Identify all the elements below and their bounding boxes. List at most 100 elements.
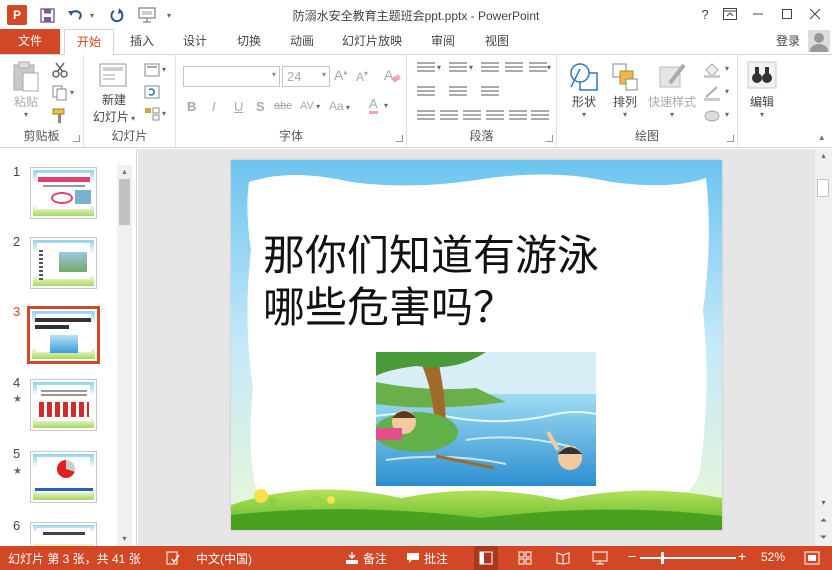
section-dropdown-icon[interactable]: ▾ xyxy=(162,109,166,118)
shape-outline-icon[interactable] xyxy=(703,85,720,101)
editing-button[interactable]: 编辑 ▾ xyxy=(744,61,780,119)
slide-title[interactable]: 那你们知道有游泳 哪些危害吗？ xyxy=(263,230,683,334)
align-left-icon[interactable] xyxy=(417,110,435,122)
numbering-dropdown-icon[interactable]: ▾ xyxy=(469,63,473,72)
strikethrough-button[interactable]: abc xyxy=(274,100,292,112)
slideshow-icon[interactable] xyxy=(592,551,608,568)
quick-styles-button[interactable]: 快速样式 ▾ xyxy=(645,61,699,119)
tab-home[interactable]: 开始 xyxy=(64,29,114,55)
copy-dropdown-icon[interactable]: ▾ xyxy=(70,88,74,97)
shrink-font-button[interactable]: A▾ xyxy=(356,69,368,84)
convert-smartart-icon[interactable] xyxy=(481,86,499,98)
maximize-icon[interactable] xyxy=(774,2,800,26)
bold-button[interactable]: B xyxy=(187,99,196,114)
drawing-launcher-icon[interactable] xyxy=(727,135,734,142)
grow-font-button[interactable]: A▴ xyxy=(334,67,347,83)
language-indicator[interactable]: 中文(中国) xyxy=(196,550,252,567)
shape-fill-icon[interactable] xyxy=(703,62,720,78)
underline-button[interactable]: U xyxy=(234,99,243,114)
paragraph-launcher-icon[interactable] xyxy=(546,135,553,142)
tab-transitions[interactable]: 切换 xyxy=(226,29,272,54)
shape-effects-dropdown-icon[interactable]: ▾ xyxy=(725,110,729,119)
comments-icon[interactable] xyxy=(406,551,420,568)
tab-view[interactable]: 视图 xyxy=(474,29,520,54)
spell-check-icon[interactable] xyxy=(166,551,180,568)
columns-icon[interactable] xyxy=(531,110,549,122)
clear-formatting-icon[interactable]: A xyxy=(383,66,401,87)
new-slide-button[interactable]: 新建 幻灯片 ▾ xyxy=(92,61,136,125)
numbering-icon[interactable] xyxy=(449,62,467,74)
collapse-ribbon-icon[interactable]: ▴ xyxy=(819,132,824,143)
zoom-out-button[interactable]: − xyxy=(628,548,636,564)
font-color-dropdown-icon[interactable]: ▾ xyxy=(384,101,388,110)
align-center-icon[interactable] xyxy=(440,110,458,122)
shape-fill-dropdown-icon[interactable]: ▾ xyxy=(725,64,729,73)
help-button[interactable]: ? xyxy=(692,2,718,26)
minimize-icon[interactable] xyxy=(745,2,771,26)
slide-thumbnail-3[interactable] xyxy=(27,306,100,364)
normal-view-button[interactable] xyxy=(474,546,498,570)
redo-icon[interactable] xyxy=(106,4,128,26)
zoom-slider-thumb[interactable] xyxy=(661,552,664,564)
current-slide[interactable]: 那你们知道有游泳 哪些危害吗？ xyxy=(231,160,722,530)
shape-effects-icon[interactable] xyxy=(703,108,720,122)
change-case-button[interactable]: Aa ▾ xyxy=(329,99,350,113)
drowning-illustration[interactable] xyxy=(376,352,596,486)
layout-dropdown-icon[interactable]: ▾ xyxy=(162,65,166,74)
font-size-box[interactable]: 24 ▾ xyxy=(282,66,330,87)
undo-dropdown-icon[interactable]: ▾ xyxy=(86,4,98,26)
zoom-level[interactable]: 52% xyxy=(761,550,785,564)
undo-icon[interactable] xyxy=(64,4,86,26)
next-slide-icon[interactable]: ⏷ xyxy=(815,530,832,544)
previous-slide-icon[interactable]: ⏶ xyxy=(815,513,832,527)
scroll-up-icon[interactable]: ▴ xyxy=(815,149,832,163)
font-color-button[interactable]: A xyxy=(369,97,378,114)
distributed-icon[interactable] xyxy=(509,110,527,122)
slide-sorter-icon[interactable] xyxy=(518,551,532,568)
save-icon[interactable] xyxy=(36,4,58,26)
account-avatar-icon[interactable] xyxy=(808,30,830,52)
zoom-in-button[interactable]: + xyxy=(738,548,746,564)
shapes-button[interactable]: 形状 ▾ xyxy=(563,61,605,119)
increase-indent-icon[interactable] xyxy=(505,62,523,74)
shape-outline-dropdown-icon[interactable]: ▾ xyxy=(725,87,729,96)
justify-icon[interactable] xyxy=(486,110,504,122)
start-from-beginning-icon[interactable] xyxy=(136,4,158,26)
bullets-icon[interactable] xyxy=(417,62,435,74)
comments-button[interactable]: 批注 xyxy=(424,550,448,567)
arrange-button[interactable]: 排列 ▾ xyxy=(607,61,643,119)
layout-icon[interactable] xyxy=(144,63,160,77)
tab-file[interactable]: 文件 xyxy=(0,29,60,54)
slide-thumbnail-5[interactable] xyxy=(30,451,97,503)
tab-slideshow[interactable]: 幻灯片放映 xyxy=(334,29,410,54)
format-painter-icon[interactable] xyxy=(52,108,68,123)
cut-icon[interactable] xyxy=(52,62,68,78)
slide-thumbnail-4[interactable] xyxy=(30,379,97,431)
slide-scroll-thumb[interactable] xyxy=(817,179,829,197)
notes-button[interactable]: 备注 xyxy=(363,550,387,567)
reset-icon[interactable] xyxy=(144,85,160,99)
sign-in-link[interactable]: 登录 xyxy=(776,29,800,53)
bullets-dropdown-icon[interactable]: ▾ xyxy=(437,63,441,72)
font-name-box[interactable]: ▾ xyxy=(183,66,280,87)
align-right-icon[interactable] xyxy=(463,110,481,122)
thumbnail-scroll-thumb[interactable] xyxy=(119,179,130,225)
powerpoint-logo-icon[interactable]: P xyxy=(7,5,27,25)
tab-animations[interactable]: 动画 xyxy=(279,29,325,54)
tab-design[interactable]: 设计 xyxy=(172,29,218,54)
scroll-down-icon[interactable]: ▾ xyxy=(815,496,832,510)
character-spacing-button[interactable]: AV ▾ xyxy=(300,100,320,112)
slide-thumbnail-1[interactable] xyxy=(30,167,97,219)
reading-view-icon[interactable] xyxy=(556,551,570,568)
paste-button[interactable]: 粘贴 ▾ xyxy=(8,61,44,119)
fit-slide-icon[interactable] xyxy=(804,551,820,568)
font-launcher-icon[interactable] xyxy=(396,135,403,142)
copy-icon[interactable] xyxy=(52,85,68,101)
slide-thumbnail-2[interactable] xyxy=(30,237,97,289)
line-spacing-icon[interactable] xyxy=(529,62,547,74)
line-spacing-dropdown-icon[interactable]: ▾ xyxy=(547,63,551,72)
tab-insert[interactable]: 插入 xyxy=(118,29,166,54)
zoom-slider[interactable] xyxy=(640,552,736,564)
decrease-indent-icon[interactable] xyxy=(481,62,499,74)
section-icon[interactable] xyxy=(144,107,160,121)
